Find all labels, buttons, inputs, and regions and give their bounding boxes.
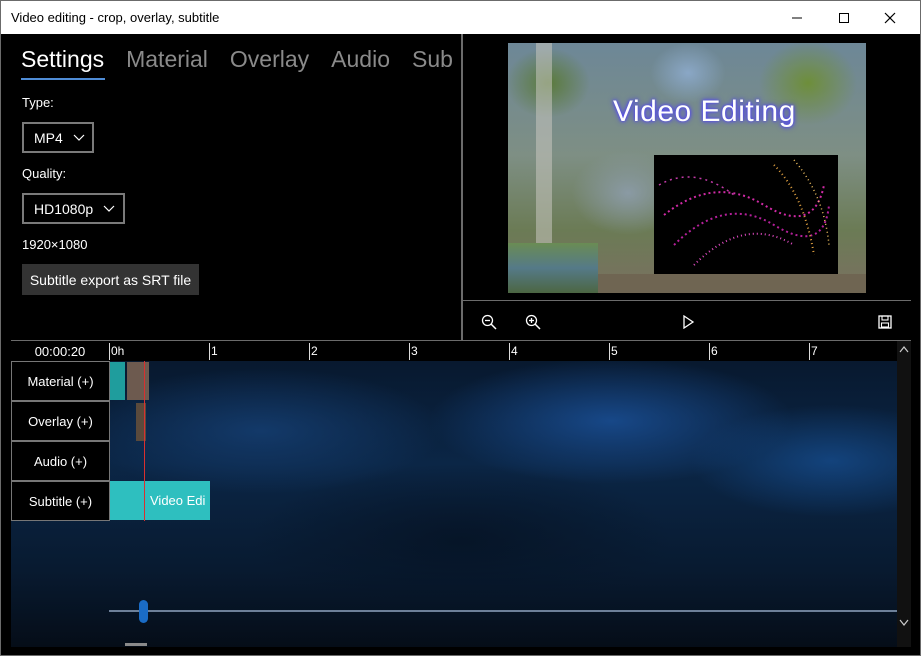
subtitle-clip-text: Video Edi — [150, 493, 206, 508]
quality-label: Quality: — [22, 166, 67, 181]
type-value: MP4 — [34, 129, 63, 146]
track-audio-header[interactable]: Audio (+) — [11, 441, 110, 481]
ruler-label: 1 — [211, 344, 218, 358]
ruler-label: 3 — [411, 344, 418, 358]
playhead[interactable] — [144, 361, 145, 521]
particle-art — [658, 159, 830, 266]
ruler-label: 7 — [811, 344, 818, 358]
zoom-in-button[interactable] — [523, 312, 543, 332]
ruler-label: 2 — [311, 344, 318, 358]
maximize-button[interactable] — [821, 1, 867, 34]
settings-panel: Settings Material Overlay Audio Sub Type: MP… — [11, 34, 461, 340]
close-icon — [884, 12, 896, 23]
resolution-text: 1920×1080 — [22, 237, 88, 252]
active-tab-indicator — [21, 78, 105, 80]
window-title: Video editing - crop, overlay, subtitle — [11, 10, 220, 25]
ruler-tick — [409, 343, 410, 360]
chevron-down-icon — [73, 134, 85, 141]
close-button[interactable] — [867, 1, 913, 34]
material-clip[interactable] — [110, 362, 125, 400]
vertical-scrollbar[interactable] — [897, 341, 911, 647]
export-srt-button[interactable]: Subtitle export as SRT file — [22, 264, 199, 295]
preview-overlay-text: Video Editing — [613, 95, 796, 128]
timeline-scroll-thumb[interactable] — [139, 600, 148, 623]
scroll-down-icon[interactable] — [899, 619, 909, 627]
ruler-label: 0h — [111, 344, 125, 358]
track-material-header[interactable]: Material (+) — [11, 361, 110, 401]
save-button[interactable] — [875, 312, 895, 332]
preview-bottom-strip — [598, 274, 866, 293]
video-preview[interactable]: Video Editing — [508, 43, 866, 293]
ruler-tick — [109, 343, 110, 360]
ruler-tick — [309, 343, 310, 360]
material-clip[interactable] — [127, 362, 149, 400]
zoom-out-button[interactable] — [479, 312, 499, 332]
track-overlay-header[interactable]: Overlay (+) — [11, 401, 110, 441]
timeline-scroll-track[interactable] — [109, 610, 897, 612]
current-time: 00:00:20 — [11, 341, 109, 361]
title-bar: Video editing - crop, overlay, subtitle — [1, 1, 920, 34]
minimize-icon — [792, 17, 802, 18]
tab-settings[interactable]: Settings — [21, 46, 104, 73]
tab-audio[interactable]: Audio — [331, 46, 390, 73]
tab-subtitle[interactable]: Sub — [412, 46, 453, 73]
play-button[interactable] — [678, 312, 698, 332]
quality-value: HD1080p — [34, 200, 94, 217]
tab-material[interactable]: Material — [126, 46, 208, 73]
chevron-down-icon — [103, 205, 115, 212]
preview-overlay-clip — [654, 155, 838, 274]
tab-bar: Settings Material Overlay Audio Sub — [21, 46, 461, 73]
ruler-tick — [209, 343, 210, 360]
ruler-tick — [609, 343, 610, 360]
subtitle-clip[interactable]: Video Edi — [110, 481, 210, 520]
track-subtitle-header[interactable]: Subtitle (+) — [11, 481, 110, 521]
ruler-tick — [809, 343, 810, 360]
zoom-out-icon — [481, 314, 497, 330]
horizontal-scrollbar-thumb[interactable] — [125, 643, 147, 646]
scroll-up-icon[interactable] — [899, 345, 909, 353]
time-ruler[interactable]: 0h 1 2 3 4 5 6 7 — [109, 341, 897, 361]
zoom-in-icon — [525, 314, 541, 330]
timeline[interactable]: 00:00:20 0h 1 2 3 4 5 6 7 Material (+) O… — [11, 341, 897, 647]
app-window: Video editing - crop, overlay, subtitle … — [0, 0, 921, 656]
type-select[interactable]: MP4 — [22, 122, 94, 153]
tab-overlay[interactable]: Overlay — [230, 46, 309, 73]
play-icon — [683, 315, 695, 329]
preview-area: Video Editing — [463, 34, 911, 340]
ruler-tick — [709, 343, 710, 360]
ruler-label: 4 — [511, 344, 518, 358]
preview-toolbar-divider — [463, 300, 911, 301]
ruler-tick — [509, 343, 510, 360]
preview-pip-clip — [508, 243, 598, 293]
save-icon — [878, 315, 892, 329]
quality-select[interactable]: HD1080p — [22, 193, 125, 224]
minimize-button[interactable] — [774, 1, 820, 34]
ruler-label: 5 — [611, 344, 618, 358]
type-label: Type: — [22, 95, 54, 110]
maximize-icon — [839, 12, 849, 23]
ruler-label: 6 — [711, 344, 718, 358]
